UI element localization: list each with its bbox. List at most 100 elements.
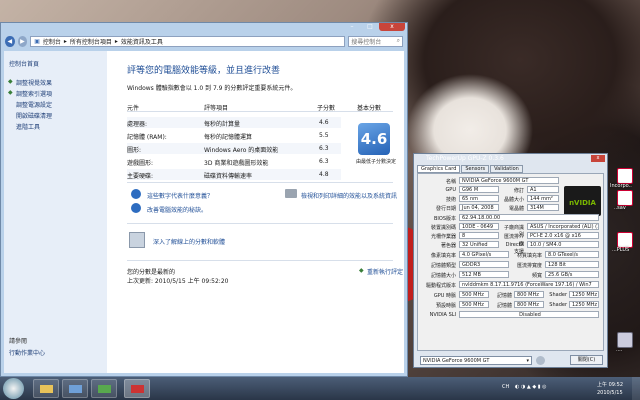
desktop-icon-2[interactable] (617, 190, 633, 206)
gz-value-rev: A1 (527, 186, 559, 193)
gpu-select-dropdown[interactable]: NVIDIA GeForce 9600M GT ▾ (420, 356, 532, 365)
page-description: Windows 體驗指數會以 1.0 到 7.9 的分數評定重要系統元件。 (127, 85, 297, 92)
gz-value-bandwidth: 25.6 GB/s (545, 271, 599, 278)
desktop-icon-4[interactable] (617, 332, 633, 348)
chevron-right-icon: ▸ (114, 37, 118, 45)
gz-label: 像素填充率 (430, 253, 456, 259)
main-content: 評等您的電腦效能等級，並且進行改善 Windows 體驗指數會以 1.0 到 7… (107, 51, 404, 373)
search-input[interactable]: 搜尋控制台 ⌕ (348, 35, 404, 47)
gz-value-mem-clock: 800 MHz (514, 291, 544, 298)
gpuz-close-button[interactable]: x (591, 155, 605, 162)
table-row: 主要硬碟: 磁碟資料傳輸速率 4.8 (127, 169, 341, 180)
table-divider (127, 111, 393, 112)
improve-tips-link[interactable]: 改善電腦效能的秘訣。 (147, 205, 207, 214)
gz-value-date: Jun 04, 2008 (459, 204, 499, 211)
address-bar-row: ◀ ▶ ▣ 控制台 ▸ 所有控制台項目 ▸ 效能資訊及工具 搜尋控制台 ⌕ (5, 34, 404, 48)
forward-button[interactable]: ▶ (17, 35, 28, 47)
chevron-right-icon: ▸ (63, 37, 67, 45)
show-desktop-button[interactable] (632, 377, 640, 400)
start-button[interactable] (3, 378, 24, 399)
close-button[interactable]: x (379, 23, 405, 31)
gz-label: 記憶體大小 (430, 273, 456, 279)
taskbar-gpuz-button[interactable] (124, 379, 150, 398)
gz-label: 著色器 (440, 243, 456, 249)
gpuz-close-action-button[interactable]: 關閉(C) (570, 355, 603, 365)
title-bar[interactable]: – □ x (1, 23, 407, 31)
desktop-icon-4-label: .... (616, 347, 623, 353)
clock-time[interactable]: 上午 09:52 (597, 381, 623, 388)
sidebar-item-action-center[interactable]: 行動作業中心 (9, 348, 45, 357)
back-button[interactable]: ◀ (5, 35, 15, 47)
gz-value-mem-type: GDDR3 (459, 261, 509, 268)
address-part-2[interactable]: 所有控制台項目 (70, 37, 112, 46)
what-scores-mean-link[interactable]: 這些數字代表什麼意義？ (147, 191, 213, 200)
base-score-badge: 4.6 (358, 123, 390, 155)
search-icon: ⌕ (396, 37, 401, 44)
sidebar-item-disk-cleanup[interactable]: 開啟磁碟清理 (16, 111, 52, 120)
gz-label: 電晶體 (508, 206, 524, 212)
sidebar-item-index-options[interactable]: 調整索引選項 (16, 89, 52, 98)
sidebar-item-visual-effects[interactable]: 調整視覺效果 (16, 78, 52, 87)
gpuz-window: TechPowerUp GPU-Z 0.3.6 x Graphics Card … (413, 153, 608, 368)
gz-value-rops: 8 (459, 232, 499, 239)
gz-label: GPU 時脈 (433, 293, 456, 299)
printer-icon (285, 189, 297, 198)
desktop-icon-3[interactable] (617, 232, 633, 248)
gpuz-settings-icon[interactable] (536, 356, 545, 365)
sidebar: 控制台首頁 ◆ 調整視覺效果 ◆ 調整索引選項 調整電源設定 開啟磁碟清理 進階… (4, 51, 107, 373)
row-score: 6.3 (319, 145, 329, 152)
gz-value-texture-fill: 8.0 GTexel/s (545, 251, 599, 258)
row-score: 5.5 (319, 132, 329, 139)
gz-label: 名稱 (445, 179, 456, 185)
gz-value-transistors: 314M (527, 204, 559, 211)
gpu-select-value: NVIDIA GeForce 9600M GT (423, 358, 490, 364)
rerun-assessment-link[interactable]: 重新執行評定 (367, 267, 403, 276)
chevron-down-icon: ▾ (526, 358, 529, 364)
desktop-icon-1-label: Incorpo.. (610, 183, 632, 189)
page-title: 評等您的電腦效能等級，並且進行改善 (127, 66, 281, 76)
address-box[interactable]: ▣ 控制台 ▸ 所有控制台項目 ▸ 效能資訊及工具 (30, 35, 346, 47)
clock-date[interactable]: 2010/5/15 (597, 390, 623, 396)
row-component: 圖形: (127, 147, 142, 154)
row-score: 6.3 (319, 158, 329, 165)
taskbar-explorer-button[interactable] (33, 379, 59, 398)
gpuz-title[interactable]: TechPowerUp GPU-Z 0.3.6 (414, 154, 607, 163)
desktop-icon-1[interactable] (617, 168, 633, 184)
tab-graphics-card[interactable]: Graphics Card (417, 165, 461, 173)
row-rating: 每秒的記憶體運算 (204, 134, 253, 141)
performance-window: – □ x ◀ ▶ ▣ 控制台 ▸ 所有控制台項目 ▸ 效能資訊及工具 搜尋控制… (0, 22, 408, 377)
tab-sensors[interactable]: Sensors (461, 165, 490, 173)
minimize-button[interactable]: – (343, 23, 361, 31)
tab-validation[interactable]: Validation (490, 165, 523, 173)
maximize-button[interactable]: □ (361, 23, 379, 31)
gz-value-die: 144 mm² (527, 195, 559, 202)
sidebar-home-link[interactable]: 控制台首頁 (9, 59, 39, 68)
sidebar-item-advanced-tools[interactable]: 進階工具 (16, 122, 40, 131)
gz-label: 修訂 (513, 188, 524, 194)
address-part-1[interactable]: 控制台 (43, 37, 61, 46)
sidebar-item-power-settings[interactable]: 調整電源設定 (16, 100, 52, 109)
shield-icon: ◆ (8, 78, 13, 85)
desktop-icon-2-label: ..sav (614, 205, 626, 211)
gz-label: 記憶體類型 (430, 263, 456, 269)
row-rating: 每秒的計算量 (204, 121, 241, 128)
taskbar-performance-button[interactable] (62, 379, 88, 398)
address-part-3[interactable]: 效能資訊及工具 (121, 37, 163, 46)
gpuz-panel: nVIDIA 名稱 NVIDIA GeForce 9600M GT GPU G9… (417, 173, 604, 351)
gz-label: 材質填充率 (516, 253, 542, 259)
nvidia-logo: nVIDIA (564, 186, 601, 216)
table-row: 遊戲圖形: 3D 商業和遊戲圖形效能 6.3 (127, 156, 341, 167)
table-row: 處理器: 每秒的計算量 4.6 (127, 117, 341, 128)
gz-label: 裝置識別碼 (430, 225, 456, 231)
gz-value-mem-size: 512 MB (459, 271, 509, 278)
help-icon (131, 189, 141, 199)
row-score: 4.8 (319, 171, 329, 178)
language-indicator[interactable]: CH (502, 384, 509, 390)
row-component: 處理器: (127, 121, 148, 128)
section-divider (127, 182, 393, 183)
online-learn-link[interactable]: 深入了解線上的分數和軟體 (153, 237, 225, 246)
print-details-link[interactable]: 檢視和列印詳細的效能以及系統資訊 (301, 191, 397, 200)
tray-icons[interactable]: ◐ ◑ ▲ ◆ ▮ ◎ (515, 384, 546, 390)
folder-icon (40, 385, 53, 393)
taskbar-app-button[interactable] (91, 379, 117, 398)
